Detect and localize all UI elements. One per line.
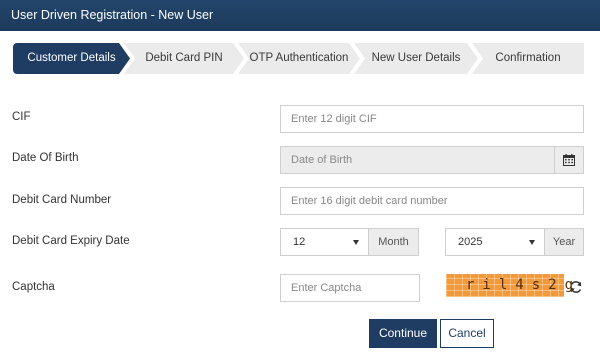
captcha-image: ril4s2g <box>446 274 573 297</box>
expiry-year-value: 2025 <box>458 236 483 248</box>
dob-calendar-button[interactable] <box>554 146 584 174</box>
dob-input[interactable] <box>280 146 555 174</box>
chevron-down-icon <box>353 240 359 245</box>
wizard-step-otp-authentication[interactable]: OTP Authentication <box>238 43 360 74</box>
expiry-year-select[interactable]: 2025 <box>445 228 545 256</box>
registration-wizard: Customer Details Debit Card PIN OTP Auth… <box>13 43 584 74</box>
captcha-label: Captcha <box>12 281 55 293</box>
cif-input[interactable] <box>280 105 584 133</box>
wizard-step-new-user-details[interactable]: New User Details <box>354 43 478 74</box>
wizard-step-confirmation[interactable]: Confirmation <box>472 43 584 74</box>
chevron-down-icon <box>529 240 535 245</box>
window-title: User Driven Registration - New User <box>0 0 600 31</box>
expiry-month-select[interactable]: 12 <box>280 228 369 256</box>
expiry-year-addon: Year <box>544 228 584 256</box>
cif-label: CIF <box>12 111 31 123</box>
wizard-step-customer-details[interactable]: Customer Details <box>13 43 130 74</box>
card-number-input[interactable] <box>280 187 584 215</box>
continue-button[interactable]: Continue <box>369 319 437 348</box>
expiry-label: Debit Card Expiry Date <box>12 235 130 247</box>
dob-label: Date Of Birth <box>12 152 79 164</box>
card-number-label: Debit Card Number <box>12 194 112 206</box>
expiry-month-value: 12 <box>293 236 306 248</box>
cancel-button[interactable]: Cancel <box>440 319 494 348</box>
refresh-icon[interactable] <box>569 280 583 294</box>
dob-field[interactable] <box>280 146 584 174</box>
calendar-icon <box>563 154 575 166</box>
expiry-month-addon: Month <box>368 228 419 256</box>
wizard-step-debit-card-pin[interactable]: Debit Card PIN <box>124 43 244 74</box>
captcha-input[interactable] <box>280 274 420 302</box>
